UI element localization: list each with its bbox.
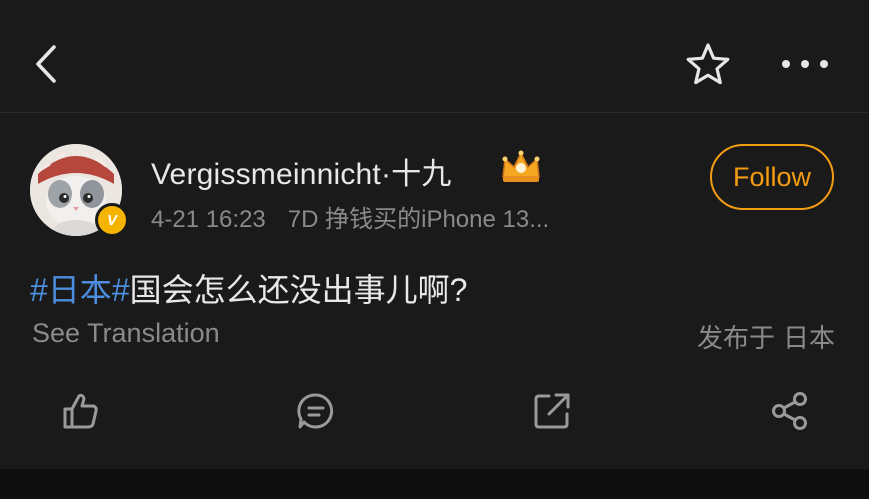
crown-badge[interactable] bbox=[499, 149, 543, 185]
post-source: 7D 挣钱买的iPhone 13... bbox=[287, 206, 550, 233]
top-navigation-bar bbox=[0, 0, 869, 113]
post-location: 发布于 日本 bbox=[697, 318, 835, 355]
comment-button[interactable] bbox=[288, 383, 344, 439]
thumbs-up-icon bbox=[63, 393, 98, 429]
ellipsis-icon bbox=[782, 60, 828, 68]
back-button[interactable] bbox=[24, 38, 68, 90]
hashtag-prefix: # bbox=[30, 272, 48, 308]
external-link-icon bbox=[534, 393, 570, 429]
post-card: V Vergissmeinnicht·十九 4-21 16:23 7D 挣钱买的i… bbox=[0, 113, 869, 469]
crown-icon bbox=[502, 150, 540, 182]
post-body: 国会怎么还没出事儿啊? bbox=[129, 272, 468, 308]
more-options-button[interactable] bbox=[776, 44, 834, 84]
chevron-left-icon bbox=[36, 45, 56, 83]
topic-name: 日本 bbox=[47, 272, 112, 308]
location-prefix: 发布于 bbox=[696, 323, 775, 353]
bottom-separator bbox=[0, 469, 869, 499]
share-button[interactable] bbox=[762, 383, 818, 439]
like-button[interactable] bbox=[52, 383, 108, 439]
author-name[interactable]: Vergissmeinnicht·十九 bbox=[151, 149, 452, 193]
post-detail-screen: V Vergissmeinnicht·十九 4-21 16:23 7D 挣钱买的i… bbox=[0, 0, 869, 499]
comment-bubble-icon bbox=[297, 393, 334, 429]
star-outline-icon bbox=[686, 43, 730, 85]
topic-hashtag[interactable]: #日本# bbox=[30, 272, 130, 308]
favorite-button[interactable] bbox=[682, 38, 734, 90]
share-icon bbox=[772, 392, 807, 430]
repost-button[interactable] bbox=[524, 383, 580, 439]
post-content: #日本#国会怎么还没出事儿啊? bbox=[30, 265, 467, 311]
hashtag-suffix: # bbox=[111, 272, 130, 308]
see-translation-link[interactable]: See Translation bbox=[32, 318, 220, 349]
location-country: 日本 bbox=[782, 323, 835, 353]
post-time: 4-21 16:23 bbox=[151, 206, 266, 233]
post-meta: 4-21 16:23 7D 挣钱买的iPhone 13... bbox=[151, 199, 549, 234]
verified-badge: V bbox=[95, 203, 129, 237]
follow-button[interactable]: Follow bbox=[710, 144, 834, 210]
